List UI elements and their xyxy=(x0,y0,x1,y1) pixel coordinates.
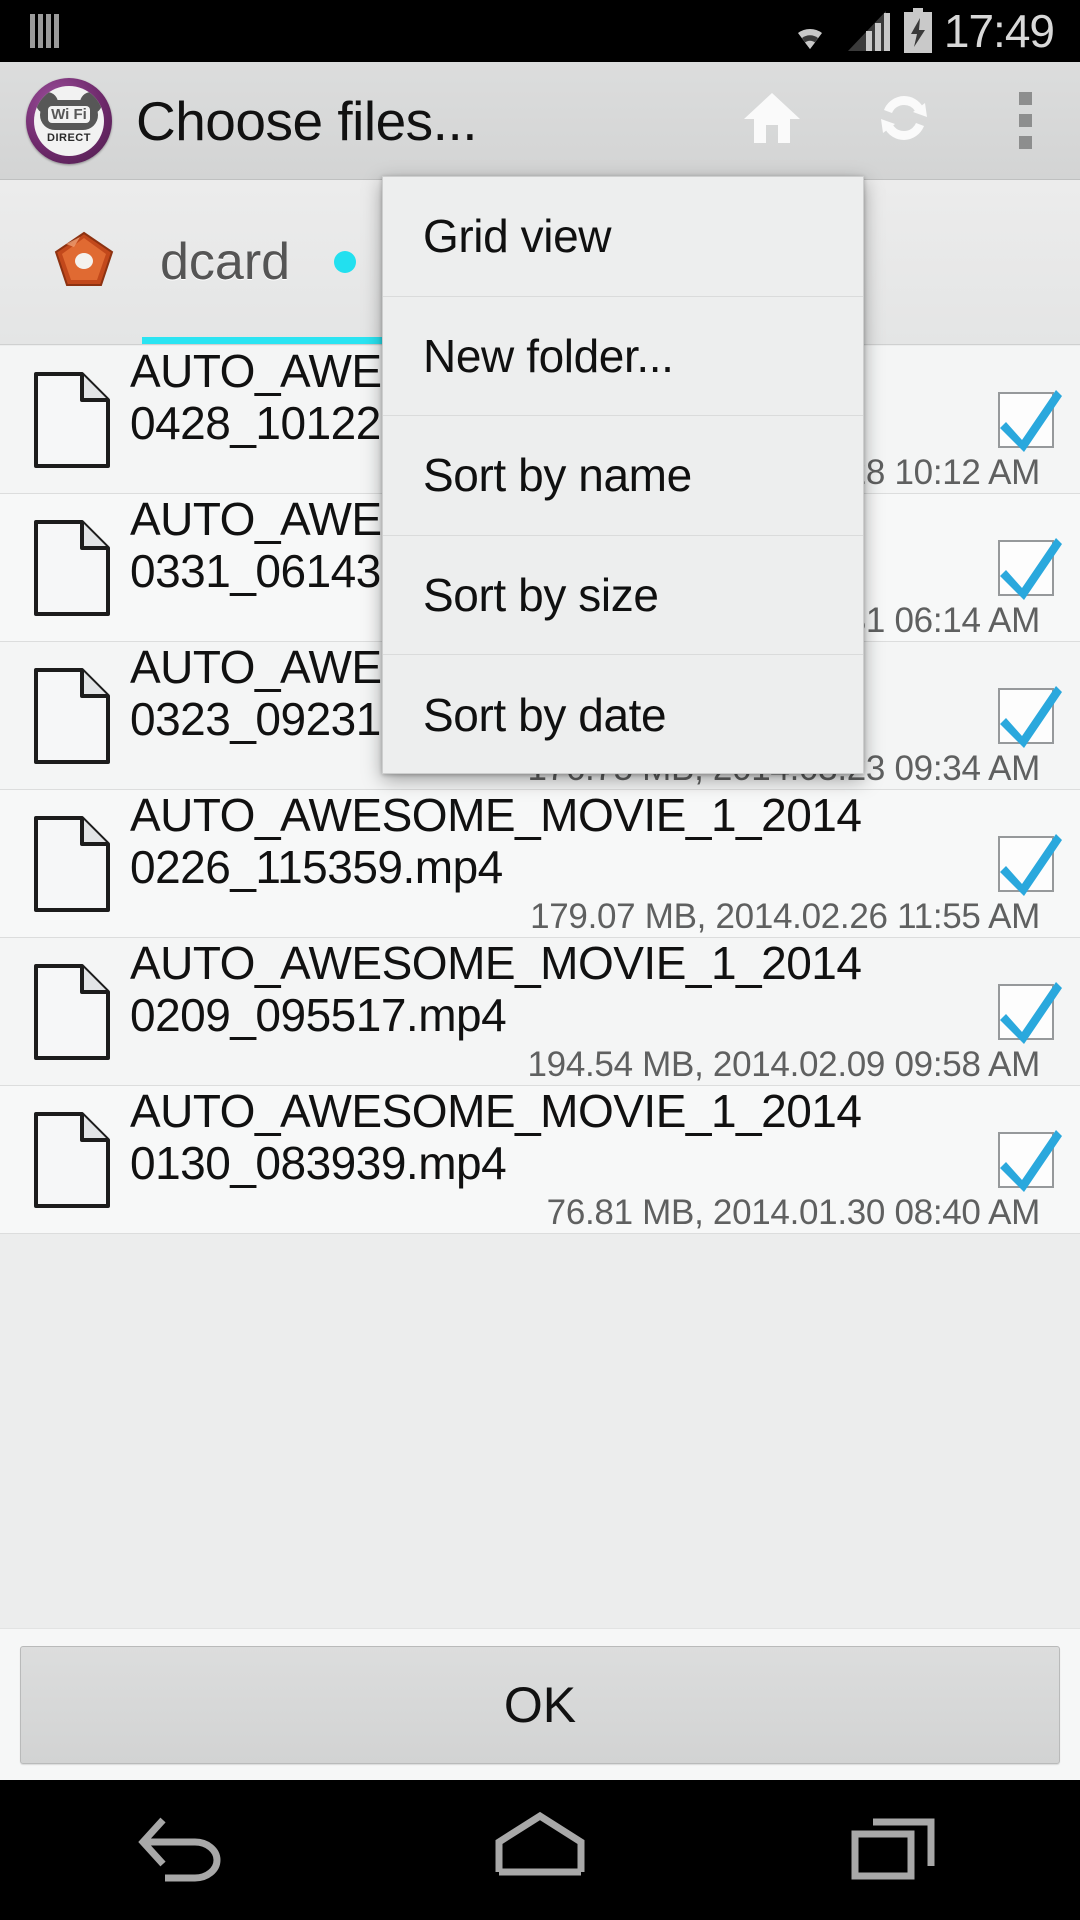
page-title: Choose files... xyxy=(136,89,477,153)
file-size-date: 194.54 MB, 2014.02.09 09:58 AM xyxy=(130,1045,1070,1085)
document-icon xyxy=(30,960,114,1064)
file-checkbox[interactable] xyxy=(998,392,1054,448)
notification-bars-icon xyxy=(30,14,59,48)
document-icon xyxy=(30,368,114,472)
file-name: AUTO_AWESOME_MOVIE_1_2014 0226_115359.mp… xyxy=(130,790,1070,893)
file-info: AUTO_AWESOME_MOVIE_1_2014 0130_083939.mp… xyxy=(130,1086,1080,1233)
wifi-icon xyxy=(784,9,836,53)
document-icon xyxy=(30,812,114,916)
system-nav-bar xyxy=(0,1780,1080,1920)
status-bar: 17:49 xyxy=(0,0,1080,62)
refresh-button[interactable] xyxy=(838,62,970,180)
file-name-line2: 0130_083939.mp4 xyxy=(130,1138,1070,1190)
overflow-menu-button[interactable] xyxy=(970,62,1080,180)
file-info: AUTO_AWESOME_MOVIE_1_2014 0209_095517.mp… xyxy=(130,938,1080,1085)
overflow-dots-icon xyxy=(1019,92,1032,149)
file-name: AUTO_AWESOME_MOVIE_1_2014 0130_083939.mp… xyxy=(130,1086,1070,1189)
refresh-icon xyxy=(873,87,935,154)
sdcard-icon[interactable] xyxy=(50,228,118,296)
android-screen: 17:49 Wi Fi DIRECT Choose files... xyxy=(0,0,1080,1920)
file-name-line2: 0209_095517.mp4 xyxy=(130,990,1070,1042)
table-row[interactable]: AUTO_AWESOME_MOVIE_1_2014 0130_083939.mp… xyxy=(0,1086,1080,1234)
home-icon xyxy=(741,89,803,152)
bottom-action-bar: OK xyxy=(0,1628,1080,1780)
wifi-direct-icon-sublabel: DIRECT xyxy=(47,132,91,144)
file-size-date: 76.81 MB, 2014.01.30 08:40 AM xyxy=(130,1193,1070,1233)
ok-button[interactable]: OK xyxy=(20,1646,1060,1764)
menu-item-new-folder[interactable]: New folder... xyxy=(383,297,863,417)
home-button[interactable] xyxy=(706,62,838,180)
file-info: AUTO_AWESOME_MOVIE_1_2014 0226_115359.mp… xyxy=(130,790,1080,937)
battery-charging-icon xyxy=(902,8,934,54)
file-name-line2: 0226_115359.mp4 xyxy=(130,842,1070,894)
recents-icon xyxy=(845,1810,955,1891)
breadcrumb-separator-dot xyxy=(334,251,356,273)
menu-item-grid-view[interactable]: Grid view xyxy=(383,177,863,297)
table-row[interactable]: AUTO_AWESOME_MOVIE_1_2014 0226_115359.mp… xyxy=(0,790,1080,938)
document-icon xyxy=(30,516,114,620)
file-name-line1: AUTO_AWESOME_MOVIE_1_2014 xyxy=(130,1085,861,1137)
file-checkbox[interactable] xyxy=(998,688,1054,744)
status-bar-left xyxy=(0,14,59,48)
menu-item-sort-by-name[interactable]: Sort by name xyxy=(383,416,863,536)
nav-recents-button[interactable] xyxy=(800,1780,1000,1920)
action-bar: Wi Fi DIRECT Choose files... xyxy=(0,62,1080,180)
back-arrow-icon xyxy=(125,1810,235,1891)
document-icon xyxy=(30,1108,114,1212)
overflow-popup-menu[interactable]: Grid view New folder... Sort by name Sor… xyxy=(382,176,864,774)
file-checkbox[interactable] xyxy=(998,836,1054,892)
nav-home-button[interactable] xyxy=(440,1780,640,1920)
menu-item-sort-by-date[interactable]: Sort by date xyxy=(383,655,863,775)
signal-icon xyxy=(846,9,892,53)
file-checkbox[interactable] xyxy=(998,1132,1054,1188)
status-bar-clock: 17:49 xyxy=(944,8,1054,54)
file-checkbox[interactable] xyxy=(998,984,1054,1040)
document-icon xyxy=(30,664,114,768)
file-name-line1: AUTO_AWESOME_MOVIE_1_2014 xyxy=(130,789,861,841)
wifi-direct-icon: Wi Fi DIRECT xyxy=(26,78,112,164)
home-pentagon-icon xyxy=(485,1810,595,1891)
file-name-line1: AUTO_AWESOME_MOVIE_1_2014 xyxy=(130,937,861,989)
breadcrumb-item-sdcard[interactable]: dcard xyxy=(160,232,290,292)
status-bar-right: 17:49 xyxy=(784,8,1080,54)
nav-back-button[interactable] xyxy=(80,1780,280,1920)
action-bar-actions xyxy=(706,62,1080,180)
menu-item-sort-by-size[interactable]: Sort by size xyxy=(383,536,863,656)
wifi-direct-icon-label: Wi Fi xyxy=(48,106,90,123)
file-name: AUTO_AWESOME_MOVIE_1_2014 0209_095517.mp… xyxy=(130,938,1070,1041)
file-checkbox[interactable] xyxy=(998,540,1054,596)
file-size-date: 179.07 MB, 2014.02.26 11:55 AM xyxy=(130,897,1070,937)
table-row[interactable]: AUTO_AWESOME_MOVIE_1_2014 0209_095517.mp… xyxy=(0,938,1080,1086)
